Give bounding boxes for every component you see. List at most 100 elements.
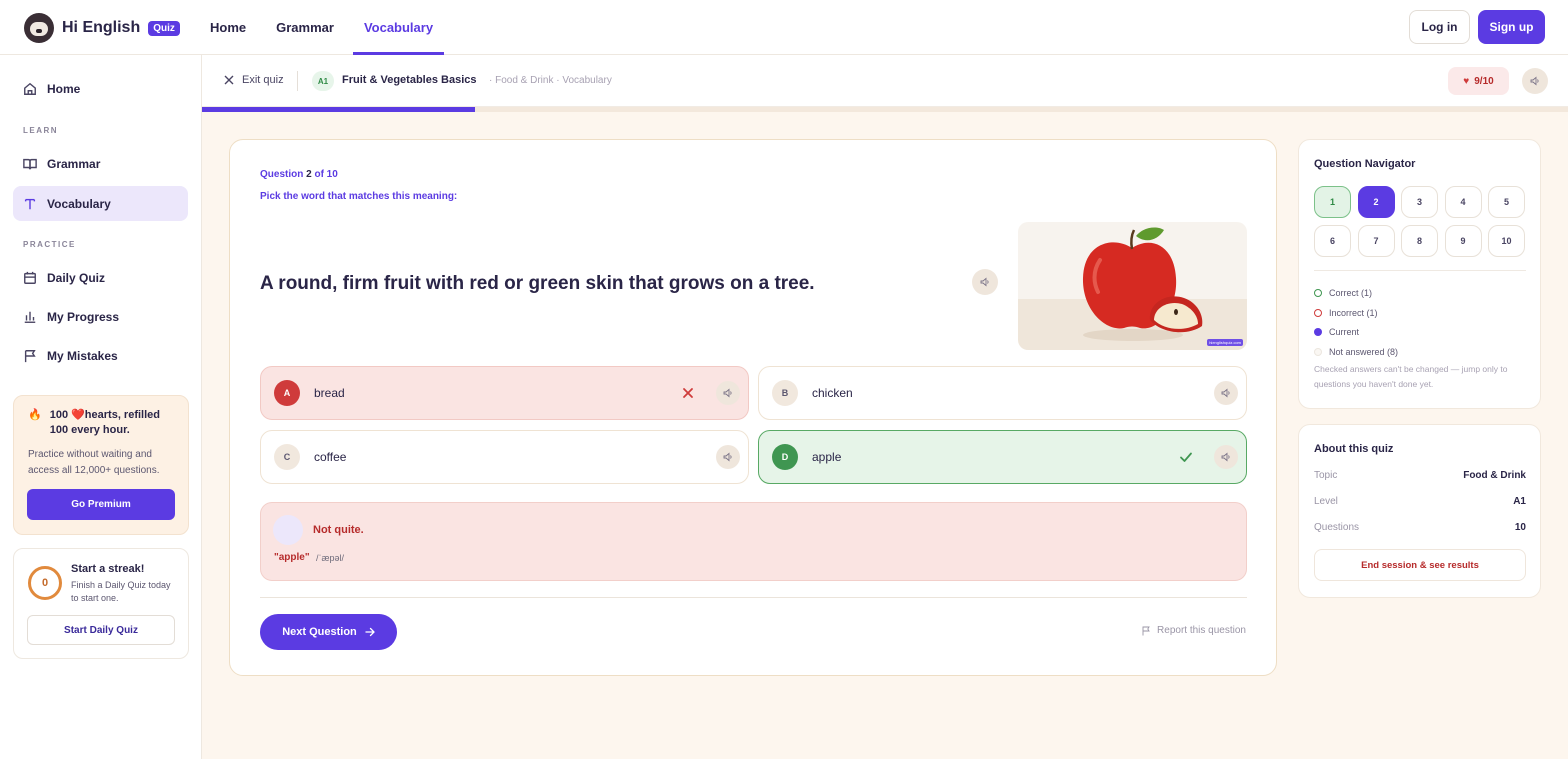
nav-question-8[interactable]: 8 — [1401, 225, 1438, 257]
sidebar-item-vocabulary[interactable]: Vocabulary — [13, 186, 188, 221]
raccoon-logo-icon — [24, 13, 54, 43]
promo-title: 100 ❤️hearts, refilled 100 every hour. — [49, 409, 161, 436]
exit-quiz-button[interactable]: Exit quiz — [224, 74, 284, 86]
sound-toggle-button[interactable] — [1522, 68, 1548, 94]
exit-quiz-label: Exit quiz — [242, 74, 284, 86]
brand-badge: Quiz — [148, 20, 180, 36]
topnav-home[interactable]: Home — [210, 0, 246, 55]
option-text: coffee — [314, 450, 347, 464]
answer-option-d[interactable]: D apple — [758, 430, 1247, 484]
sidebar-item-daily-quiz[interactable]: Daily Quiz — [13, 260, 188, 295]
topnav-vocabulary[interactable]: Vocabulary — [352, 0, 445, 55]
nav-question-3[interactable]: 3 — [1401, 186, 1438, 218]
quiz-progress-fill — [202, 107, 476, 112]
sidebar-item-grammar[interactable]: Grammar — [13, 146, 188, 181]
arrow-right-icon — [365, 627, 375, 637]
about-row-level: Level A1 — [1314, 496, 1526, 507]
navigator-grid: 1 2 3 4 5 6 7 8 9 10 — [1314, 186, 1525, 257]
correct-dot-icon — [1314, 288, 1322, 297]
sidebar-item-label: My Progress — [47, 309, 120, 324]
nav-question-2[interactable]: 2 — [1357, 186, 1395, 218]
option-audio-button[interactable] — [1214, 381, 1238, 405]
current-dot-icon — [1314, 328, 1322, 337]
end-session-button[interactable]: End session & see results — [1314, 549, 1526, 581]
about-value: A1 — [1513, 496, 1526, 507]
speaker-icon — [980, 277, 989, 287]
text-icon — [24, 198, 36, 209]
streak-text: Finish a Daily Quiz today to start one. — [71, 580, 171, 603]
option-letter: B — [772, 380, 798, 406]
question-counter-total: of 10 — [314, 169, 338, 180]
nav-question-4[interactable]: 4 — [1444, 186, 1482, 218]
promo-text: Practice without waiting and access all … — [28, 449, 160, 476]
sidebar-section-learn: LEARN — [23, 126, 59, 135]
nav-question-7[interactable]: 7 — [1357, 225, 1395, 257]
option-audio-button[interactable] — [716, 445, 740, 469]
quiz-subtitle: · Food & Drink · Vocabulary — [489, 75, 612, 86]
close-icon — [224, 75, 234, 85]
sidebar-item-my-mistakes[interactable]: My Mistakes — [13, 338, 188, 373]
navigator-legend: Correct (1) Incorrect (1) Current Not an… — [1314, 283, 1398, 362]
report-question-link[interactable]: Report this question — [1141, 625, 1246, 636]
streak-title: Start a streak! — [71, 563, 145, 575]
about-quiz-panel: About this quiz Topic Food & Drink Level… — [1298, 424, 1541, 598]
answer-option-a[interactable]: A bread — [260, 366, 749, 420]
report-question-label: Report this question — [1157, 625, 1246, 636]
feedback-title: Not quite. — [313, 524, 364, 536]
answer-option-b[interactable]: B chicken — [758, 366, 1247, 420]
cross-icon — [683, 388, 693, 398]
about-row-topic: Topic Food & Drink — [1314, 470, 1526, 481]
nav-question-6[interactable]: 6 — [1314, 225, 1351, 257]
go-premium-button[interactable]: Go Premium — [27, 489, 175, 520]
about-key: Topic — [1314, 470, 1338, 481]
hearts-counter: ♥ 9/10 — [1448, 67, 1509, 95]
book-icon — [23, 158, 37, 169]
legend-label: Correct (1) — [1329, 287, 1373, 298]
nav-question-9[interactable]: 9 — [1444, 225, 1482, 257]
nav-question-10[interactable]: 10 — [1488, 225, 1525, 257]
topnav-grammar[interactable]: Grammar — [276, 0, 334, 55]
start-daily-quiz-button[interactable]: Start Daily Quiz — [27, 615, 175, 645]
legend-label: Not answered (8) — [1329, 346, 1399, 357]
apple-illustration: hienglishquiz.com — [1018, 222, 1247, 350]
option-audio-button[interactable] — [1214, 445, 1238, 469]
question-counter: Question 2 of 10 — [260, 169, 338, 180]
streak-counter: 0 — [28, 566, 62, 600]
option-text: chicken — [812, 386, 853, 400]
question-card: Question 2 of 10 Pick the word that matc… — [229, 139, 1277, 676]
sidebar-item-label: Vocabulary — [47, 196, 111, 211]
option-letter: A — [274, 380, 300, 406]
sidebar-item-my-progress[interactable]: My Progress — [13, 299, 188, 334]
signup-button[interactable]: Sign up — [1478, 10, 1545, 44]
brand-name: Hi English — [62, 19, 141, 36]
question-prompt: Pick the word that matches this meaning: — [260, 191, 458, 202]
definition-audio-button[interactable] — [972, 269, 998, 295]
nav-question-1[interactable]: 1 — [1314, 186, 1351, 218]
quiz-header: Exit quiz A1 Fruit & Vegetables Basics ·… — [202, 55, 1568, 107]
speaker-icon — [1221, 388, 1230, 398]
login-button[interactable]: Log in — [1409, 10, 1470, 44]
top-bar: Hi English Quiz Home Grammar Vocabulary … — [0, 0, 1568, 55]
flag-icon — [24, 349, 36, 362]
sidebar-item-home[interactable]: Home — [13, 71, 188, 106]
top-nav: Home Grammar Vocabulary — [210, 0, 445, 55]
nav-question-5[interactable]: 5 — [1488, 186, 1525, 218]
flag-icon — [1142, 626, 1150, 635]
about-title: About this quiz — [1314, 443, 1394, 455]
question-definition: A round, firm fruit with red or green sk… — [260, 273, 815, 294]
option-audio-button[interactable] — [716, 381, 740, 405]
answer-option-c[interactable]: C coffee — [260, 430, 749, 484]
check-icon — [1180, 452, 1192, 462]
about-key: Questions — [1314, 522, 1360, 533]
speaker-icon — [723, 452, 732, 462]
legend-label: Current — [1329, 327, 1360, 338]
legend-correct: Correct (1) — [1314, 283, 1398, 303]
header-divider — [297, 71, 298, 91]
navigator-divider — [1314, 270, 1526, 271]
sidebar-item-label: Daily Quiz — [47, 270, 106, 285]
apple-image — [1082, 227, 1203, 341]
logo[interactable]: Hi English Quiz — [24, 13, 180, 43]
speaker-icon — [1530, 76, 1539, 86]
next-question-button[interactable]: Next Question — [260, 614, 397, 650]
option-letter: D — [772, 444, 798, 470]
